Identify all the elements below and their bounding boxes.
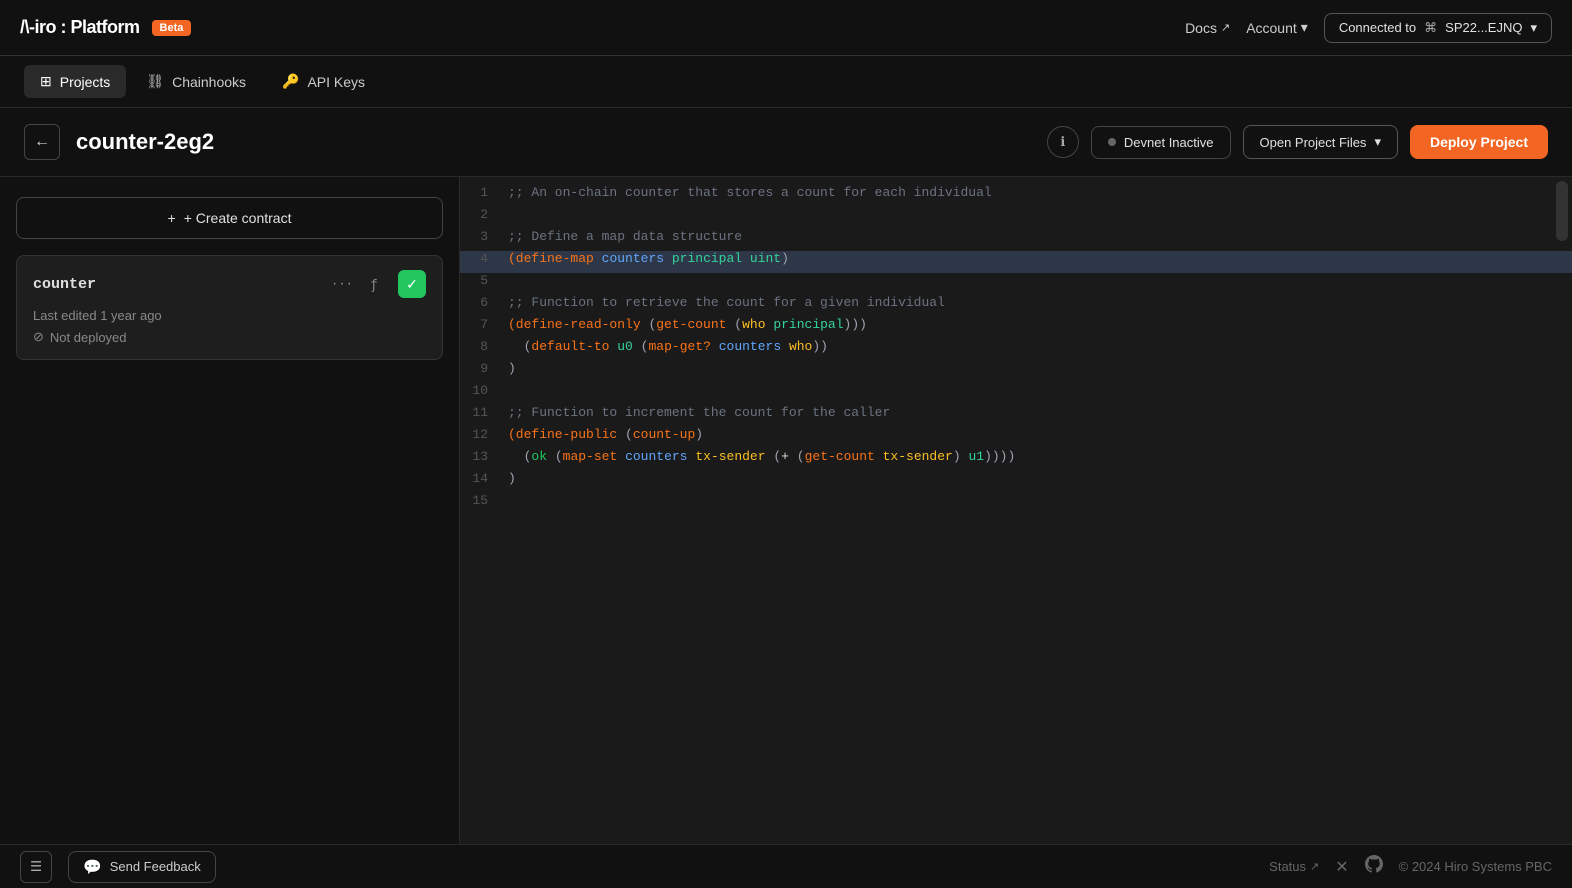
- footer-left: ☰ 💬 Send Feedback: [20, 851, 216, 883]
- github-icon: [1365, 855, 1383, 878]
- info-button[interactable]: ℹ: [1047, 126, 1079, 158]
- check-icon: ✓: [406, 276, 418, 293]
- tab-chainhooks[interactable]: ⛓ Chainhooks: [130, 65, 262, 98]
- contract-meta: Last edited 1 year ago ⊘ Not deployed: [33, 308, 426, 345]
- devnet-button[interactable]: Devnet Inactive: [1091, 126, 1231, 159]
- x-social-link[interactable]: ✕: [1335, 857, 1348, 877]
- not-deployed-icon: ⊘: [33, 329, 44, 345]
- contract-card: counter ··· ƒ ✓ Last edite: [16, 255, 443, 360]
- feedback-icon: 💬: [83, 858, 102, 876]
- last-edited: Last edited 1 year ago: [33, 308, 426, 323]
- key-icon: 🔑: [282, 73, 299, 90]
- code-line-7: 7 (define-read-only (get-count (who prin…: [460, 317, 1572, 339]
- menu-icon: ☰: [30, 859, 42, 875]
- contract-name: counter: [33, 276, 96, 293]
- github-link[interactable]: [1365, 855, 1383, 878]
- open-files-label: Open Project Files: [1260, 135, 1367, 150]
- code-area[interactable]: 1 ;; An on-chain counter that stores a c…: [460, 177, 1572, 844]
- chevron-down-icon: ▾: [1374, 134, 1381, 150]
- code-line-4: 4 (define-map counters principal uint): [460, 251, 1572, 273]
- cmd-icon: ⌘: [1424, 20, 1437, 36]
- check-button[interactable]: ✓: [398, 270, 426, 298]
- code-editor[interactable]: 1 ;; An on-chain counter that stores a c…: [460, 177, 1572, 844]
- not-deployed-label: Not deployed: [50, 330, 127, 345]
- status-link[interactable]: Status ↗: [1269, 859, 1319, 874]
- project-header: ← counter-2eg2 ℹ Devnet Inactive Open Pr…: [0, 108, 1572, 177]
- list-icon: ⊞: [40, 73, 52, 90]
- more-options-button[interactable]: ···: [332, 275, 354, 293]
- external-link-icon: ↗: [1310, 860, 1319, 873]
- hamburger-button[interactable]: ☰: [20, 851, 52, 883]
- header-actions: ℹ Devnet Inactive Open Project Files ▾ D…: [1047, 125, 1548, 159]
- account-menu[interactable]: Account ▾: [1246, 19, 1308, 36]
- tab-projects[interactable]: ⊞ Projects: [24, 65, 126, 98]
- code-line-5: 5: [460, 273, 1572, 295]
- code-line-6: 6 ;; Function to retrieve the count for …: [460, 295, 1572, 317]
- docs-label: Docs: [1185, 20, 1217, 36]
- code-line-8: 8 (default-to u0 (map-get? counters who)…: [460, 339, 1572, 361]
- back-arrow-icon: ←: [34, 133, 50, 151]
- devnet-label: Devnet Inactive: [1124, 135, 1214, 150]
- workspace: + + Create contract counter ··· ƒ ✓: [0, 177, 1572, 844]
- external-link-icon: ↗: [1221, 21, 1230, 34]
- svg-text:ƒ: ƒ: [370, 278, 378, 292]
- back-button[interactable]: ←: [24, 124, 60, 160]
- chain-icon: ⛓: [146, 73, 164, 90]
- docs-link[interactable]: Docs ↗: [1185, 20, 1230, 36]
- x-icon: ✕: [1335, 857, 1348, 877]
- chevron-down-icon: ▾: [1301, 19, 1308, 36]
- tab-projects-label: Projects: [60, 74, 111, 90]
- code-line-11: 11 ;; Function to increment the count fo…: [460, 405, 1572, 427]
- create-contract-button[interactable]: + + Create contract: [16, 197, 443, 239]
- info-icon: ℹ: [1060, 134, 1065, 150]
- connected-wallet-button[interactable]: Connected to ⌘ SP22...EJNQ ▾: [1324, 13, 1552, 43]
- scroll-indicator: [1556, 181, 1568, 241]
- code-line-15: 15: [460, 493, 1572, 515]
- project-title: counter-2eg2: [76, 129, 1031, 155]
- feedback-label: Send Feedback: [110, 859, 201, 874]
- account-label: Account: [1246, 20, 1297, 36]
- code-line-14: 14 ): [460, 471, 1572, 493]
- code-line-9: 9 ): [460, 361, 1572, 383]
- contract-actions: ··· ƒ ✓: [332, 270, 426, 298]
- code-line-3: 3 ;; Define a map data structure: [460, 229, 1572, 251]
- main-content: ← counter-2eg2 ℹ Devnet Inactive Open Pr…: [0, 108, 1572, 844]
- deployment-status: ⊘ Not deployed: [33, 329, 426, 345]
- sidebar: + + Create contract counter ··· ƒ ✓: [0, 177, 460, 844]
- tab-api-keys[interactable]: 🔑 API Keys: [266, 65, 381, 98]
- footer-right: Status ↗ ✕ © 2024 Hiro Systems PBC: [1269, 855, 1552, 878]
- code-line-13: 13 (ok (map-set counters tx-sender (+ (g…: [460, 449, 1572, 471]
- code-line-10: 10: [460, 383, 1572, 405]
- footer: ☰ 💬 Send Feedback Status ↗ ✕ © 2024 Hiro…: [0, 844, 1572, 888]
- copyright-text: © 2024 Hiro Systems PBC: [1399, 859, 1552, 874]
- open-project-files-button[interactable]: Open Project Files ▾: [1243, 125, 1398, 159]
- create-contract-label: + Create contract: [184, 210, 292, 226]
- status-label: Status: [1269, 859, 1306, 874]
- app-logo: /\-iro : Platform: [20, 17, 140, 38]
- devnet-status-dot: [1108, 138, 1116, 146]
- tab-api-keys-label: API Keys: [307, 74, 365, 90]
- chevron-down-icon: ▾: [1530, 20, 1537, 36]
- function-icon-button[interactable]: ƒ: [362, 270, 390, 298]
- deploy-project-button[interactable]: Deploy Project: [1410, 125, 1548, 159]
- code-line-1: 1 ;; An on-chain counter that stores a c…: [460, 185, 1572, 207]
- second-nav: ⊞ Projects ⛓ Chainhooks 🔑 API Keys: [0, 56, 1572, 108]
- wallet-address: SP22...EJNQ: [1445, 20, 1522, 35]
- plus-icon: +: [168, 210, 176, 226]
- copyright-label: © 2024 Hiro Systems PBC: [1399, 859, 1552, 874]
- send-feedback-button[interactable]: 💬 Send Feedback: [68, 851, 216, 883]
- deploy-label: Deploy Project: [1430, 134, 1528, 150]
- beta-badge: Beta: [152, 20, 192, 36]
- contract-card-header: counter ··· ƒ ✓: [33, 270, 426, 298]
- code-line-2: 2: [460, 207, 1572, 229]
- tab-chainhooks-label: Chainhooks: [172, 74, 246, 90]
- nav-right: Docs ↗ Account ▾ Connected to ⌘ SP22...E…: [1185, 13, 1552, 43]
- connected-label: Connected to: [1339, 20, 1416, 35]
- top-nav: /\-iro : Platform Beta Docs ↗ Account ▾ …: [0, 0, 1572, 56]
- code-line-12: 12 (define-public (count-up): [460, 427, 1572, 449]
